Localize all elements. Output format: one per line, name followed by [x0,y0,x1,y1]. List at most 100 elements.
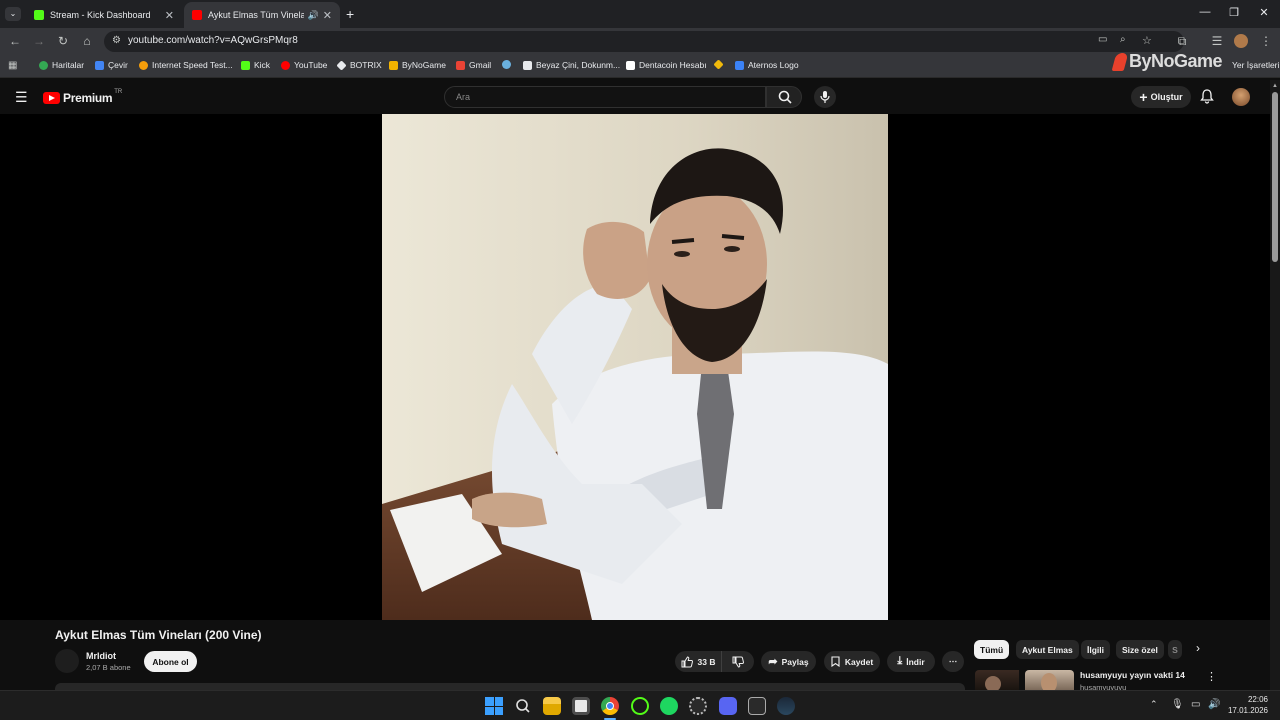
bookmark-kick[interactable]: Kick [241,60,270,70]
bookmark-binance[interactable] [713,59,727,70]
clock-date[interactable]: 17.01.2026 [1222,706,1268,715]
chrome-icon[interactable] [601,697,619,715]
windows-start-icon[interactable] [485,697,503,715]
bookmark-label: Internet Speed Test... [152,60,233,70]
recommendation-menu-icon[interactable]: ⋮ [1206,670,1217,683]
bookmark-bynogame[interactable]: ByNoGame [389,60,446,70]
more-actions-button[interactable]: ⋯ [942,651,964,672]
reload-icon[interactable]: ↻ [55,33,71,49]
bookmark-label: Aternos Logo [748,60,799,70]
reading-list-icon[interactable]: ☰ [1209,33,1225,49]
dislike-button[interactable] [721,651,754,672]
chip-related[interactable]: İlgili [1081,640,1110,659]
bookmark-haritalar[interactable]: Haritalar [39,60,84,70]
display-tray-icon[interactable]: ▭ [1191,699,1200,710]
forward-icon[interactable]: → [31,33,47,49]
bookmark-speedtest[interactable]: Internet Speed Test... [139,60,233,70]
discord-icon[interactable] [719,697,737,715]
bookmark-gmail[interactable]: Gmail [456,60,491,70]
close-tab-icon[interactable]: ✕ [323,9,332,22]
cast-icon[interactable]: ▭ [1098,34,1107,45]
bookmark-unnamed[interactable] [502,60,515,69]
speaker-icon[interactable]: 🔊 [308,10,319,21]
video-frame[interactable] [382,114,888,620]
epic-games-icon[interactable] [748,697,766,715]
youtube-logo[interactable]: Premium TR [43,89,122,105]
clock-time[interactable]: 22:06 [1238,695,1268,704]
new-tab-icon[interactable]: + [346,6,354,22]
extensions-icon[interactable]: ⧉ [1174,33,1190,49]
recommendation-thumbnail[interactable] [975,670,1019,690]
restore-icon[interactable]: ❐ [1223,6,1245,19]
account-avatar[interactable] [1232,88,1250,106]
close-window-icon[interactable]: ✕ [1253,6,1275,19]
save-button[interactable]: Kaydet [824,651,880,672]
apps-grid-icon[interactable]: ▦ [8,60,17,71]
tab-youtube-video[interactable]: Aykut Elmas Tüm Vineları (2 🔊 ✕ [184,2,340,28]
download-button[interactable]: ⤓ İndir [887,651,935,672]
share-label: Paylaş [781,656,809,667]
tab-kick-dashboard[interactable]: Stream - Kick Dashboard ✕ [26,2,182,28]
file-explorer-icon[interactable] [543,697,561,715]
app-icon[interactable] [689,697,707,715]
maps-icon [39,60,48,70]
back-icon[interactable]: ← [7,33,23,49]
chip-aykut-elmas[interactable]: Aykut Elmas [1016,640,1079,659]
minimize-icon[interactable]: — [1194,6,1216,18]
recommendation-thumbnail[interactable] [1025,670,1074,690]
bookmark-cevir[interactable]: Çevir [95,60,128,70]
scrollbar-up-icon[interactable]: ▲ [1272,83,1278,89]
recommendation-title[interactable]: husamyuyu yayın vakti 14 [1080,670,1185,680]
close-tab-icon[interactable]: ✕ [165,9,174,22]
like-button[interactable]: 33 B [675,651,721,672]
zoom-icon[interactable]: ⌕ [1120,34,1126,45]
search-button[interactable] [766,86,802,108]
tab-list-chevron-icon[interactable]: ⌄ [5,7,21,21]
kick-app-icon[interactable] [631,697,649,715]
share-arrow-icon: ➦ [768,656,778,668]
taskbar-search-icon[interactable] [514,697,532,715]
hamburger-menu-icon[interactable]: ☰ [15,90,28,104]
bookmark-label: Dentacoin Hesabı [639,60,707,70]
notifications-bell-icon[interactable] [1200,89,1214,109]
binance-icon [713,59,724,70]
video-player[interactable] [0,114,1270,620]
bookmark-label: YouTube [294,60,328,70]
menu-kebab-icon[interactable]: ⋮ [1258,33,1274,49]
address-bar[interactable]: ⚙ youtube.com/watch?v=AQwGrsPMqr8 ▭ ⌕ ☆ [104,31,1184,52]
chip-all[interactable]: Tümü [974,640,1010,659]
subscribe-button[interactable]: Abone ol [144,651,197,672]
scrollbar-thumb[interactable] [1272,92,1278,262]
steam-icon[interactable] [777,697,795,715]
chip-more[interactable]: S [1168,640,1182,659]
globe-icon [502,60,511,69]
video-title: Aykut Elmas Tüm Vineları (200 Vine) [55,628,262,642]
share-button[interactable]: ➦ Paylaş [761,651,816,672]
channel-avatar[interactable] [55,649,79,673]
profile-avatar[interactable] [1234,34,1248,48]
search-input[interactable]: Ara [444,86,766,108]
page-scrollbar[interactable]: ▲ [1270,80,1280,690]
bookmark-beyaz-cini[interactable]: Beyaz Çini, Dokunm... [523,60,620,70]
bookmark-aternos[interactable]: Aternos Logo [735,60,799,70]
show-hidden-icons-chevron[interactable]: ⌃ [1150,699,1158,710]
create-button[interactable]: + Oluştur [1131,86,1191,108]
bookmark-dentacoin[interactable]: Dentacoin Hesabı [626,60,707,70]
bookmark-youtube[interactable]: YouTube [281,60,327,70]
site-info-icon[interactable]: ⚙ [112,35,121,46]
channel-name[interactable]: MrIdiot [86,651,116,661]
youtube-logo-text: Premium [63,91,113,105]
volume-tray-icon[interactable]: 🔊 [1208,699,1220,710]
chips-next-chevron-icon[interactable]: › [1196,641,1200,655]
microsoft-store-icon[interactable] [572,697,590,715]
bookmark-botrix[interactable]: BOTRIX [336,59,382,71]
bookmarks-overflow[interactable]: Yer İşaretleri [1232,60,1279,70]
voice-search-button[interactable] [814,86,836,108]
subscriber-count: 2,07 B abone [86,663,131,672]
plus-icon: + [1139,89,1148,105]
bookmark-star-icon[interactable]: ☆ [1142,34,1152,47]
chip-for-you[interactable]: Size özel [1116,640,1164,659]
home-icon[interactable]: ⌂ [79,33,95,49]
spotify-icon[interactable] [660,697,678,715]
microphone-tray-icon[interactable]: 🎙 [1171,699,1184,710]
